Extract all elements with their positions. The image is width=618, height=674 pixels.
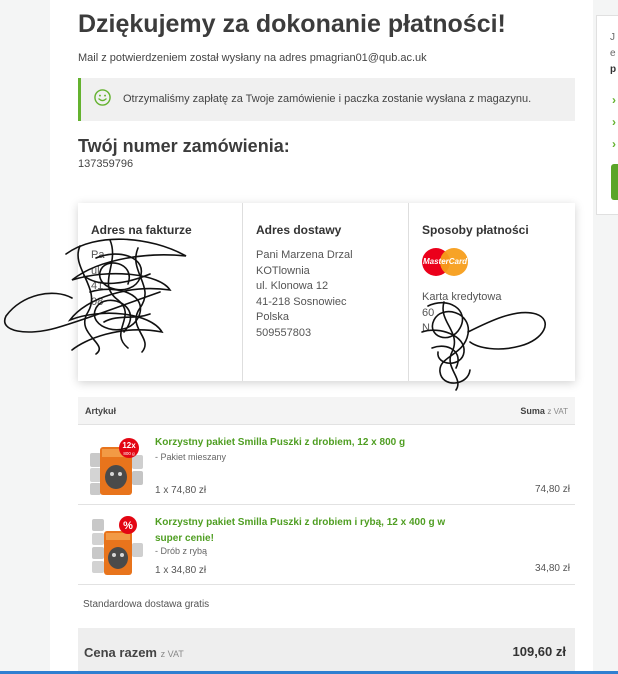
order-number: 137359796 <box>78 158 134 170</box>
order-item: % Korzystny pakiet Smilla Puszki z drobi… <box>78 505 575 585</box>
card-brand-label: MasterCard <box>422 257 467 266</box>
delivery-line: Polska <box>256 311 290 323</box>
billing-line: 08 <box>91 295 104 308</box>
chevron-right-icon: › <box>612 93 616 107</box>
billing-address-heading: Adres na fakturze <box>91 223 192 237</box>
delivery-line: ul. Klonowa 12 <box>256 280 329 292</box>
payment-method: Sposoby płatności MasterCard Karta kredy… <box>409 203 575 381</box>
product-total: 74,80 zł <box>534 484 570 495</box>
product-total: 34,80 zł <box>534 563 570 574</box>
delivery-line: Pani Marzena Drzal <box>256 249 353 261</box>
chevron-right-icon: › <box>612 115 616 129</box>
product-name-link[interactable]: Korzystny pakiet Smilla Puszki z drobiem… <box>155 435 455 451</box>
total-label: Cena razem z VAT <box>84 645 184 660</box>
payment-received-notice: Otrzymaliśmy zapłatę za Twoje zamówienie… <box>78 78 575 121</box>
shipping-info: Standardowa dostawa gratis <box>83 599 210 610</box>
payment-line: Karta kredytowa <box>422 291 502 303</box>
chevron-right-icon: › <box>612 137 616 151</box>
product-variant: - Pakiet mieszany <box>155 452 227 462</box>
confirmation-email-text: Mail z potwierdzeniem został wysłany na … <box>78 52 427 64</box>
product-quantity: 1 x 74,80 zł <box>155 485 207 496</box>
sum-column-header: Suma z VAT <box>520 406 568 416</box>
address-panel: Adres na fakturze Pa ul 41 08 Adres dost… <box>78 203 575 381</box>
delivery-line: 41-218 Sosnowiec <box>256 295 347 308</box>
notice-text: Otrzymaliśmy zapłatę za Twoje zamówienie… <box>123 93 532 105</box>
smiley-icon <box>94 89 111 106</box>
badge-sublabel: 800 g <box>123 451 135 456</box>
order-number-heading: Twój numer zamówienia: <box>78 136 290 156</box>
billing-line: Pa <box>91 249 105 261</box>
product-name-link[interactable]: Korzystny pakiet Smilla Puszki z drobiem… <box>155 515 455 547</box>
side-action-button[interactable] <box>611 164 618 200</box>
mastercard-icon: MasterCard <box>422 248 468 276</box>
payment-method-heading: Sposoby płatności <box>422 223 529 237</box>
order-confirmation-page: Dziękujemy za dokonanie płatności! Mail … <box>50 0 593 674</box>
billing-line: 41 <box>91 280 104 292</box>
delivery-line: 509557803 <box>256 326 312 339</box>
total-value: 109,60 zł <box>512 644 567 659</box>
page-title: Dziękujemy za dokonanie płatności! <box>78 10 506 38</box>
payment-line: N <box>422 322 430 334</box>
order-item: 12x 800 g Korzystny pakiet Smilla Puszki… <box>78 425 575 505</box>
delivery-line: KOTlownia <box>256 264 310 277</box>
billing-line: ul <box>91 264 100 277</box>
product-image[interactable]: % <box>88 513 146 577</box>
side-text: p <box>610 64 617 75</box>
order-total: Cena razem z VAT 109,60 zł <box>78 628 575 674</box>
billing-address: Adres na fakturze Pa ul 41 08 <box>78 203 243 381</box>
product-image[interactable]: 12x 800 g <box>88 433 146 497</box>
payment-line: 60 <box>422 306 435 319</box>
delivery-address: Adres dostawy Pani Marzena Drzal KOTlown… <box>243 203 409 381</box>
delivery-address-heading: Adres dostawy <box>256 223 342 237</box>
badge-label: % <box>123 520 133 532</box>
side-panel: J e p › › › <box>596 15 618 215</box>
product-variant: - Drób z rybą <box>155 546 208 556</box>
product-quantity: 1 x 34,80 zł <box>155 565 207 576</box>
side-text: e <box>610 48 616 59</box>
items-table-header: Artykuł Suma z VAT <box>78 397 575 425</box>
side-text: J <box>610 32 615 43</box>
badge-label: 12x <box>122 441 136 450</box>
article-column-header: Artykuł <box>85 406 117 416</box>
